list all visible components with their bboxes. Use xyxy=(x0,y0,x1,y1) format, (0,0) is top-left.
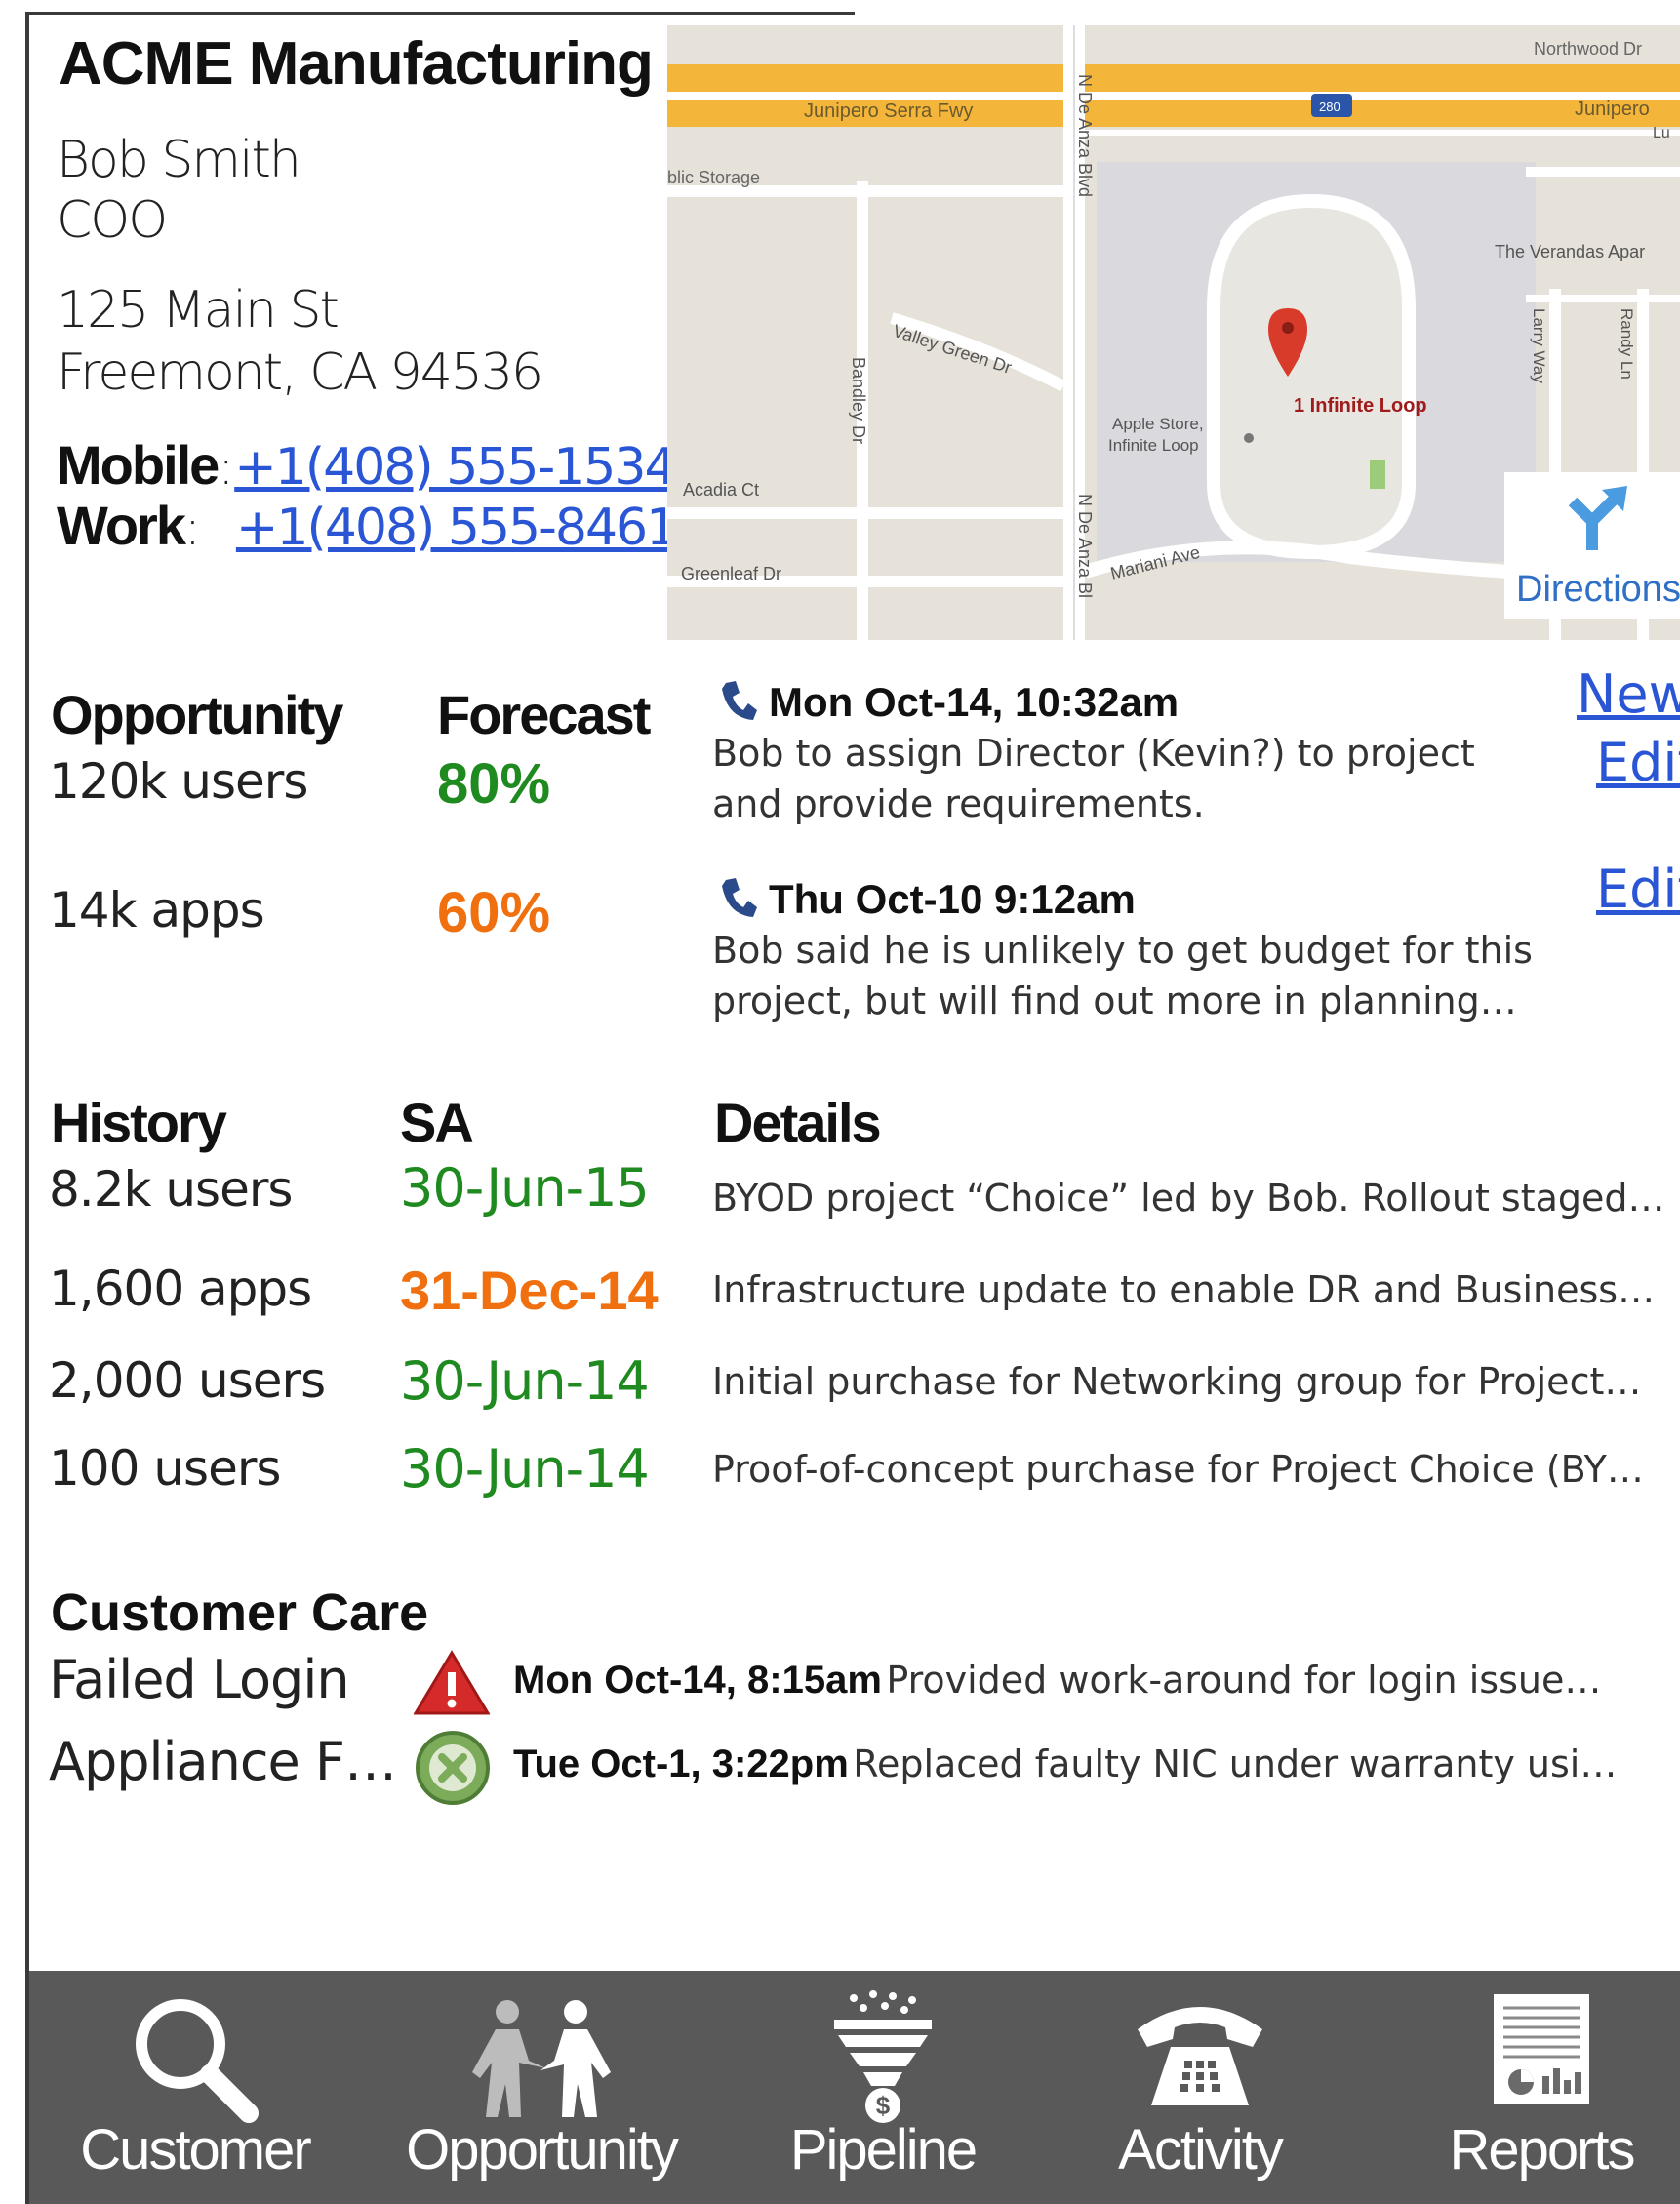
left-border xyxy=(25,14,29,2204)
nav-activity[interactable]: Activity xyxy=(1073,1971,1327,2204)
telephone-icon xyxy=(1132,1990,1268,2122)
mobile-sep: : xyxy=(218,439,235,496)
activity-1-time: Mon Oct-14, 10:32am xyxy=(769,679,1180,725)
resolved-icon xyxy=(414,1729,492,1812)
edit-activity-2-link[interactable]: Edit xyxy=(1596,859,1680,920)
svg-text:Infinite Loop: Infinite Loop xyxy=(1108,436,1199,455)
customer-care-title: Customer Care xyxy=(51,1583,429,1642)
opportunity-row-1-forecast: 80% xyxy=(437,752,551,816)
nav-pipeline-label: Pipeline xyxy=(789,2118,978,2182)
opportunity-title: Opportunity xyxy=(51,684,343,745)
history-row-4-label: 100 users xyxy=(49,1440,281,1497)
history-row-3-sa: 30-Jun-14 xyxy=(400,1350,650,1412)
nav-opportunity[interactable]: Opportunity xyxy=(390,1971,693,2204)
care-item-2-label: Appliance F… xyxy=(49,1731,397,1792)
nav-activity-label: Activity xyxy=(1118,2118,1284,2182)
work-phone-link[interactable]: +1(408) 555-8461 xyxy=(236,499,678,557)
activity-2-time: Thu Oct-10 9:12am xyxy=(769,876,1136,922)
care-item-2-entry: Tue Oct-1, 3:22pm Replaced faulty NIC un… xyxy=(513,1743,1617,1786)
activity-1-text: Bob to assign Director (Kevin?) to proje… xyxy=(712,732,1475,825)
opportunity-row-2-forecast: 60% xyxy=(437,881,551,944)
directions-icon xyxy=(1568,486,1627,550)
company-name: ACME Manufacturing xyxy=(59,30,654,98)
history-row-2-sa: 31-Dec-14 xyxy=(400,1260,659,1321)
sa-title: SA xyxy=(400,1092,474,1153)
top-border xyxy=(25,12,855,15)
work-label: Work xyxy=(57,495,186,556)
handshake-icon xyxy=(459,1990,624,2132)
care-item-1-time: Mon Oct-14, 8:15am xyxy=(513,1659,882,1702)
history-row-3-detail: Initial purchase for Networking group fo… xyxy=(712,1360,1642,1403)
magnifier-icon xyxy=(122,1990,268,2132)
nav-reports[interactable]: Reports xyxy=(1405,1971,1678,2204)
svg-text:1 Infinite Loop: 1 Infinite Loop xyxy=(1294,395,1427,417)
care-item-1-label: Failed Login xyxy=(49,1649,350,1710)
report-icon xyxy=(1488,1990,1595,2122)
svg-text:Larry Way: Larry Way xyxy=(1530,308,1548,383)
history-title: History xyxy=(51,1092,227,1153)
history-row-4-detail: Proof-of-concept purchase for Project Ch… xyxy=(712,1448,1644,1491)
svg-text:Greenleaf Dr: Greenleaf Dr xyxy=(681,564,781,583)
svg-text:N De Anza Blvd: N De Anza Blvd xyxy=(1075,74,1095,197)
warning-icon xyxy=(413,1649,491,1722)
care-item-2-time: Tue Oct-1, 3:22pm xyxy=(513,1743,849,1785)
funnel-icon: $ xyxy=(824,1990,941,2132)
svg-text:280: 280 xyxy=(1319,100,1340,114)
contact-title: COO xyxy=(57,191,168,250)
svg-text:Bandley Dr: Bandley Dr xyxy=(849,357,868,444)
svg-text:Randy Ln: Randy Ln xyxy=(1618,308,1636,380)
directions-label[interactable]: Directions xyxy=(1516,569,1680,611)
care-item-2-text: Replaced faulty NIC under warranty usi… xyxy=(853,1743,1618,1785)
edit-activity-1-link[interactable]: Edit xyxy=(1596,732,1680,793)
svg-text:Acadia Ct: Acadia Ct xyxy=(683,480,759,500)
nav-opportunity-label: Opportunity xyxy=(406,2118,679,2182)
svg-text:N De Anza Bl: N De Anza Bl xyxy=(1075,494,1095,598)
svg-text:The Verandas Apar: The Verandas Apar xyxy=(1495,242,1645,261)
nav-reports-label: Reports xyxy=(1449,2118,1635,2182)
nav-customer-label: Customer xyxy=(80,2118,311,2182)
details-title: Details xyxy=(714,1092,882,1153)
work-row: Work: +1(408) 555-8461 xyxy=(57,494,678,557)
activity-2-text: Bob said he is unlikely to get budget fo… xyxy=(712,929,1533,1022)
opportunity-row-2-label: 14k apps xyxy=(49,882,265,939)
svg-text:Junipero: Junipero xyxy=(1575,99,1650,120)
opportunity-row-1-label: 120k users xyxy=(49,753,308,810)
svg-text:Lu: Lu xyxy=(1653,125,1670,141)
work-sep: : xyxy=(184,500,201,556)
svg-text:blic Storage: blic Storage xyxy=(667,168,760,187)
mobile-row: Mobile:+1(408) 555-1534 xyxy=(57,433,677,497)
history-row-4-sa: 30-Jun-14 xyxy=(400,1438,650,1500)
address-line-2: Freemont, CA 94536 xyxy=(57,343,543,402)
phone-call-icon-2 xyxy=(718,874,757,926)
history-row-2-detail: Infrastructure update to enable DR and B… xyxy=(712,1268,1656,1311)
history-row-1-label: 8.2k users xyxy=(49,1161,293,1218)
history-row-2-label: 1,600 apps xyxy=(49,1261,312,1317)
svg-text:$: $ xyxy=(876,2091,891,2120)
nav-customer[interactable]: Customer xyxy=(59,1971,332,2204)
history-row-3-label: 2,000 users xyxy=(49,1352,326,1409)
svg-text:Northwood Dr: Northwood Dr xyxy=(1534,39,1642,59)
forecast-title: Forecast xyxy=(437,684,651,745)
phone-call-icon-1 xyxy=(718,677,757,729)
new-activity-link[interactable]: New xyxy=(1577,663,1680,725)
care-item-1-text: Provided work-around for login issue… xyxy=(886,1659,1602,1702)
history-row-1-sa: 30-Jun-15 xyxy=(400,1157,650,1219)
history-row-1-detail: BYOD project “Choice” led by Bob. Rollou… xyxy=(712,1177,1665,1220)
mobile-label: Mobile xyxy=(57,434,220,496)
map-label-junipero: Junipero Serra Fwy xyxy=(804,100,973,122)
care-item-1-entry: Mon Oct-14, 8:15am Provided work-around … xyxy=(513,1659,1601,1703)
svg-text:Apple Store,: Apple Store, xyxy=(1112,415,1204,433)
nav-pipeline[interactable]: $ Pipeline xyxy=(751,1971,1015,2204)
contact-name: Bob Smith xyxy=(57,131,301,189)
address-line-1: 125 Main St xyxy=(57,281,340,340)
mobile-phone-link[interactable]: +1(408) 555-1534 xyxy=(234,438,676,497)
